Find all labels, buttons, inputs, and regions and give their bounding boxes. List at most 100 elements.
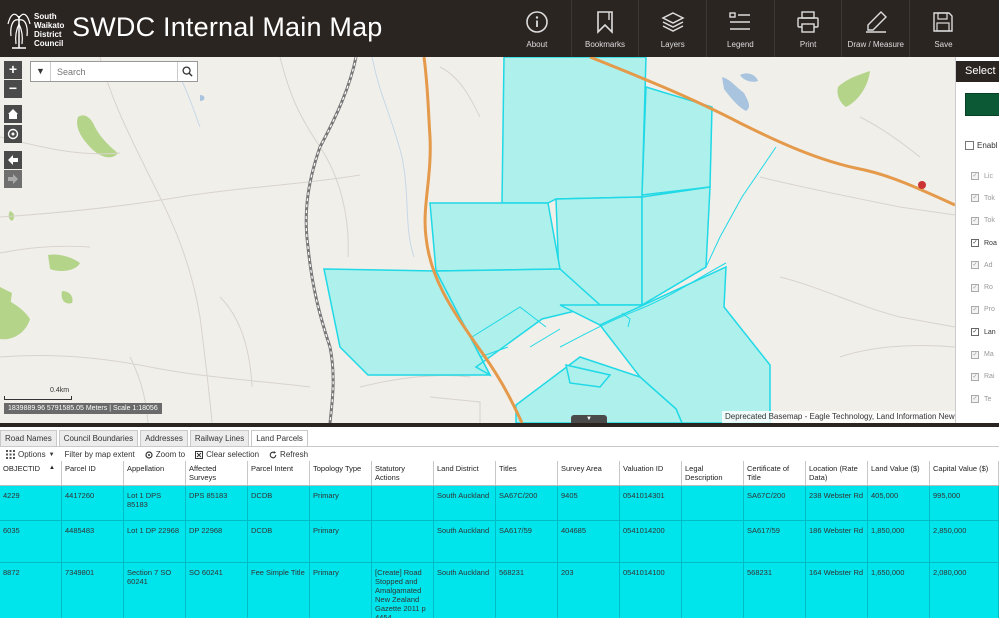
filter-by-extent-toggle[interactable]: Filter by map extent: [65, 450, 135, 459]
column-header[interactable]: Land District: [434, 461, 496, 485]
panel-divider[interactable]: [0, 423, 999, 427]
enable-label: Enabl: [977, 141, 998, 150]
map-view[interactable]: + − ▼ 0.4km 1839889.96 5791585.05 Meters…: [0, 57, 955, 423]
bookmarks-button[interactable]: Bookmarks: [570, 0, 639, 57]
print-button[interactable]: Print: [773, 0, 842, 57]
council-line: South: [34, 12, 57, 21]
table-cell: [682, 563, 744, 618]
basemap: [0, 57, 955, 423]
zoom-out-button[interactable]: −: [4, 80, 22, 98]
layer-checkbox[interactable]: ✓: [971, 328, 979, 337]
column-header[interactable]: Certificate of Title: [744, 461, 806, 485]
layer-checkbox[interactable]: ✓: [971, 172, 979, 181]
layer-label: Ma: [984, 351, 994, 359]
layer-item[interactable]: ✓ Tok: [971, 187, 997, 209]
layer-item[interactable]: ✓ Lan: [971, 321, 997, 343]
column-header[interactable]: Affected Surveys: [186, 461, 248, 485]
next-extent-button[interactable]: [4, 170, 22, 188]
search-input[interactable]: [51, 62, 177, 81]
tab-land-parcels[interactable]: Land Parcels: [251, 430, 308, 446]
layer-checkbox[interactable]: ✓: [971, 239, 979, 248]
scale-label: 0.4km: [50, 387, 70, 394]
tab-divider: [0, 446, 999, 447]
layer-item[interactable]: ✓ Ma: [971, 343, 997, 365]
layer-label: Ad: [984, 261, 993, 269]
layer-item[interactable]: ✓ Rai: [971, 366, 997, 388]
table-cell: 4417260: [62, 486, 124, 520]
layer-checkbox[interactable]: ✓: [971, 395, 979, 404]
tab-council-boundaries[interactable]: Council Boundaries: [58, 430, 139, 446]
table-cell: DCDB: [248, 521, 310, 562]
layer-item[interactable]: ✓ Ro: [971, 276, 997, 298]
tab-railway-lines[interactable]: Railway Lines: [189, 430, 250, 446]
layer-checkbox[interactable]: ✓: [971, 283, 979, 292]
layer-checkbox[interactable]: ✓: [971, 194, 979, 203]
about-button[interactable]: About: [503, 0, 571, 57]
column-header[interactable]: Survey Area: [558, 461, 620, 485]
zoom-to-button[interactable]: Zoom to: [145, 450, 185, 459]
column-header[interactable]: Appellation: [124, 461, 186, 485]
council-logo: South Waikato District Council: [6, 6, 66, 52]
layer-item[interactable]: ✓ Lic: [971, 165, 997, 187]
layer-checkbox[interactable]: ✓: [971, 372, 979, 381]
draw-measure-button[interactable]: Draw / Measure: [841, 0, 909, 57]
layer-checkbox[interactable]: ✓: [971, 350, 979, 359]
layer-item[interactable]: ✓ Te: [971, 388, 997, 410]
layer-item[interactable]: ✓ Tok: [971, 210, 997, 232]
column-header[interactable]: Capital Value ($): [930, 461, 999, 485]
table-toolbar: Options ▼ Filter by map extent Zoom to C…: [0, 448, 999, 461]
table-row[interactable]: 4229 4417260 Lot 1 DPS 85183 DPS 85183 D…: [0, 486, 999, 520]
layer-item[interactable]: ✓ Roa: [971, 232, 997, 254]
tab-addresses[interactable]: Addresses: [140, 430, 188, 446]
layer-item[interactable]: ✓ Ad: [971, 254, 997, 276]
column-header[interactable]: Land Value ($): [868, 461, 930, 485]
options-label: Options: [18, 450, 46, 459]
table-cell: Lot 1 DPS 85183: [124, 486, 186, 520]
layer-label: Rai: [984, 373, 995, 381]
layer-checkbox[interactable]: ✓: [971, 305, 979, 314]
column-header[interactable]: Valuation ID: [620, 461, 682, 485]
search-button[interactable]: [177, 62, 197, 81]
clear-selection-button[interactable]: Clear selection: [195, 450, 259, 459]
layer-item[interactable]: ✓ Pro: [971, 299, 997, 321]
options-menu[interactable]: Options ▼: [6, 450, 55, 459]
column-header[interactable]: Topology Type: [310, 461, 372, 485]
clear-selection-label: Clear selection: [206, 450, 260, 459]
select-tool-button[interactable]: [965, 93, 999, 116]
previous-extent-button[interactable]: [4, 151, 22, 169]
table-cell: 8872: [0, 563, 62, 618]
attribute-table-toggle[interactable]: ▼: [571, 415, 607, 423]
tab-road-names[interactable]: Road Names: [0, 430, 57, 446]
layer-label: Lic: [984, 172, 993, 180]
table-cell: South Auckland: [434, 486, 496, 520]
home-button[interactable]: [4, 105, 22, 123]
legend-button[interactable]: Legend: [706, 0, 774, 57]
column-header[interactable]: Parcel ID: [62, 461, 124, 485]
print-label: Print: [799, 40, 817, 49]
zoom-controls: + −: [4, 61, 22, 98]
column-header[interactable]: OBJECTID ▲: [0, 461, 62, 485]
table-cell: SA67C/200: [744, 486, 806, 520]
table-cell: 404685: [558, 521, 620, 562]
table-cell: 0541014100: [620, 563, 682, 618]
column-header[interactable]: Legal Description: [682, 461, 744, 485]
attribute-table-panel: Road Names Council Boundaries Addresses …: [0, 423, 999, 618]
column-header[interactable]: Statutory Actions: [372, 461, 434, 485]
column-header[interactable]: Location (Rate Data): [806, 461, 868, 485]
save-button[interactable]: Save: [909, 0, 977, 57]
column-header[interactable]: Titles: [496, 461, 558, 485]
layer-checkbox[interactable]: ✓: [971, 216, 979, 225]
table-cell: 1,850,000: [868, 521, 930, 562]
layer-label: Tok: [984, 194, 995, 202]
locate-button[interactable]: [4, 125, 22, 143]
enable-toggle[interactable]: Enabl: [965, 141, 997, 150]
refresh-button[interactable]: Refresh: [269, 450, 308, 459]
table-row[interactable]: 6035 4485483 Lot 1 DP 22968 DP 22968 DCD…: [0, 520, 999, 562]
zoom-in-button[interactable]: +: [4, 61, 22, 79]
layer-checkbox[interactable]: ✓: [971, 261, 979, 270]
column-header[interactable]: Parcel Intent: [248, 461, 310, 485]
search-source-dropdown[interactable]: ▼: [31, 62, 51, 81]
layers-button[interactable]: Layers: [638, 0, 706, 57]
table-row[interactable]: 8872 7349801 Section 7 SO 60241 SO 60241…: [0, 562, 999, 618]
enable-checkbox[interactable]: [965, 141, 974, 150]
